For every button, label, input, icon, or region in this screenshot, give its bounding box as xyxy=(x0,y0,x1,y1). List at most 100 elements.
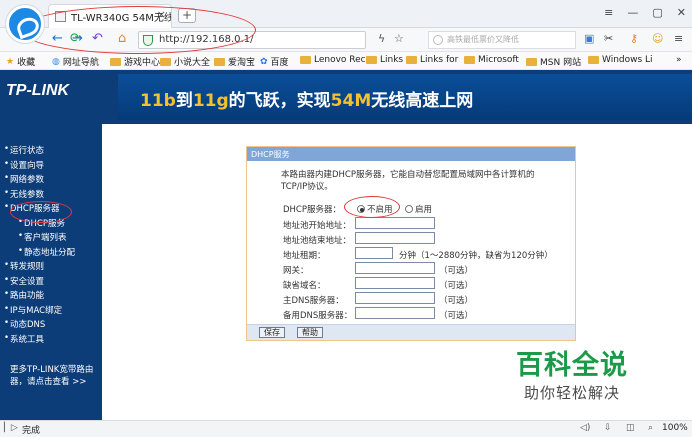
banner-strip: 11b到11g的飞跃，实现54M无线高速上网 xyxy=(118,74,692,120)
status-text: 完成 xyxy=(22,426,41,436)
menu-item-wizard[interactable]: 设置向导 xyxy=(0,159,102,174)
extensions-icon[interactable]: ▣ xyxy=(584,32,594,46)
bookmarks-overflow-button[interactable]: » xyxy=(676,55,682,65)
close-window-button[interactable]: ✕ xyxy=(677,6,686,19)
scissors-icon[interactable]: ✂ xyxy=(604,32,613,46)
panel-title: DHCP服务 xyxy=(247,147,575,161)
smiley-icon[interactable]: ☺ xyxy=(652,32,663,46)
secondary-dns-label: 备用DNS服务器： xyxy=(283,311,353,321)
notification-icon[interactable]: ◫ xyxy=(626,423,635,433)
bookmark-item[interactable]: Links for xyxy=(406,55,458,65)
save-button[interactable]: 保存 xyxy=(259,327,285,338)
bookmark-favorites[interactable]: ★ 收藏 xyxy=(6,55,35,69)
primary-dns-hint: （可选） xyxy=(439,296,474,306)
pool-end-label: 地址池结束地址： xyxy=(283,236,352,246)
folder-icon xyxy=(110,57,121,66)
annotation-oval-address xyxy=(20,6,256,54)
folder-icon xyxy=(406,56,417,64)
router-sidebar-menu: 运行状态 设置向导 网络参数 无线参数 DHCP服务器 DHCP服务 客户端列表… xyxy=(0,124,102,420)
folder-icon xyxy=(214,57,225,66)
key-icon[interactable]: ⚷ xyxy=(630,32,638,46)
folder-icon xyxy=(160,57,171,66)
window-controls: ≡ — ▢ ✕ xyxy=(604,6,686,19)
bookmark-item[interactable]: ✿ 百度 xyxy=(260,55,289,69)
primary-dns-label: 主DNS服务器： xyxy=(283,296,344,306)
lease-time-input[interactable] xyxy=(355,247,393,259)
router-banner: TP-LINK 11b到11g的飞跃，实现54M无线高速上网 xyxy=(0,70,692,124)
menu-item-wireless[interactable]: 无线参数 xyxy=(0,188,102,203)
banner-slogan: 11b到11g的飞跃，实现54M无线高速上网 xyxy=(140,91,474,111)
menu-item-system-tools[interactable]: 系统工具 xyxy=(0,333,102,348)
domain-label: 缺省域名： xyxy=(283,281,326,291)
tplink-logo: TP-LINK xyxy=(6,82,70,99)
domain-hint: （可选） xyxy=(439,281,474,291)
bookmark-item[interactable]: MSN 网站 xyxy=(526,55,581,68)
menu-item-network[interactable]: 网络参数 xyxy=(0,173,102,188)
more-products-link[interactable]: 更多TP-LINK宽带路由器，请点击查看 >> xyxy=(10,364,100,388)
menu-item-routing[interactable]: 路由功能 xyxy=(0,289,102,304)
help-button[interactable]: 帮助 xyxy=(297,327,323,338)
bookmark-item[interactable]: 小说大全 xyxy=(160,55,210,68)
bookmark-item[interactable]: Lenovo Rec xyxy=(300,55,366,65)
panel-description: 本路由器内建DHCP服务器，它能自动替您配置局域网中各计算机的TCP/IP协议。 xyxy=(281,170,535,192)
minimize-button[interactable]: — xyxy=(627,6,638,19)
star-icon[interactable]: ☆ xyxy=(394,32,404,46)
annotation-oval-dhcp xyxy=(10,201,72,223)
sidebar-toggle-icon[interactable]: ▏▷ xyxy=(4,423,18,433)
zoom-level[interactable]: 100% xyxy=(662,423,688,433)
menu-item-ddns[interactable]: 动态DNS xyxy=(0,318,102,333)
pool-start-input[interactable] xyxy=(355,217,435,229)
folder-icon xyxy=(526,57,537,66)
maximize-button[interactable]: ▢ xyxy=(652,6,662,19)
bookmark-item[interactable]: 游戏中心 xyxy=(110,55,160,68)
gateway-input[interactable] xyxy=(355,262,435,274)
dhcp-settings-panel: DHCP服务 本路由器内建DHCP服务器，它能自动替您配置局域网中各计算机的TC… xyxy=(246,146,576,341)
watermark-subtitle: 助你轻松解决 xyxy=(524,384,621,402)
pool-start-label: 地址池开始地址： xyxy=(283,221,352,231)
pool-end-input[interactable] xyxy=(355,232,435,244)
download-icon[interactable]: ⇩ xyxy=(604,423,612,433)
menu-item-forwarding[interactable]: 转发规则 xyxy=(0,260,102,275)
primary-dns-input[interactable] xyxy=(355,292,435,304)
bookmarks-bar: ★ 收藏 ◍ 网址导航 游戏中心 小说大全 爱淘宝 ✿ 百度 Lenovo Rec L… xyxy=(0,52,692,70)
bookmark-item[interactable]: 爱淘宝 xyxy=(214,55,255,68)
bookmark-item[interactable]: ◍ 网址导航 xyxy=(52,55,99,69)
search-input[interactable]: 高铁最低票价又降低 xyxy=(428,31,576,49)
bookmark-item[interactable]: Links xyxy=(366,55,403,65)
search-placeholder: 高铁最低票价又降低 xyxy=(447,35,519,44)
globe-icon: ◍ xyxy=(52,56,60,67)
menu-item-client-list[interactable]: 客户端列表 xyxy=(0,231,102,246)
secondary-dns-input[interactable] xyxy=(355,307,435,319)
radio-enable[interactable] xyxy=(405,205,413,213)
search-icon xyxy=(433,35,443,45)
menu-item-static-address[interactable]: 静态地址分配 xyxy=(0,246,102,261)
menu-item-security[interactable]: 安全设置 xyxy=(0,275,102,290)
menu-icon[interactable]: ≡ xyxy=(674,32,683,46)
folder-icon xyxy=(588,56,599,64)
star-icon: ★ xyxy=(6,56,15,67)
bookmark-item[interactable]: Microsoft xyxy=(464,55,519,65)
folder-icon xyxy=(366,56,377,64)
dhcp-enable-option[interactable]: 启用 xyxy=(405,203,432,215)
menu-item-status[interactable]: 运行状态 xyxy=(0,144,102,159)
speaker-icon[interactable]: ◁) xyxy=(580,423,590,433)
lightning-icon[interactable]: ϟ xyxy=(378,32,385,46)
folder-icon xyxy=(464,56,475,64)
watermark-title: 百科全说 xyxy=(516,350,628,381)
zoom-icon: ⌕ xyxy=(648,423,654,433)
folder-icon xyxy=(300,56,311,64)
secondary-dns-hint: （可选） xyxy=(439,311,474,321)
lease-time-label: 地址租期： xyxy=(283,251,326,261)
domain-input[interactable] xyxy=(355,277,435,289)
gateway-hint: （可选） xyxy=(439,266,474,276)
dhcp-server-label: DHCP服务器： xyxy=(283,205,341,215)
menu-item-ip-mac-binding[interactable]: IP与MAC绑定 xyxy=(0,304,102,319)
browser-logo-icon[interactable] xyxy=(6,5,44,43)
gateway-label: 网关： xyxy=(283,266,309,276)
status-bar: ▏▷ 完成 ◁) ⇩ ◫ ⌕ 100% xyxy=(0,420,692,437)
annotation-oval-disable xyxy=(344,196,400,218)
menu-icon[interactable]: ≡ xyxy=(604,6,613,19)
paw-icon: ✿ xyxy=(260,56,268,67)
panel-footer: 保存 帮助 xyxy=(247,324,575,340)
bookmark-item[interactable]: Windows Li xyxy=(588,55,653,65)
